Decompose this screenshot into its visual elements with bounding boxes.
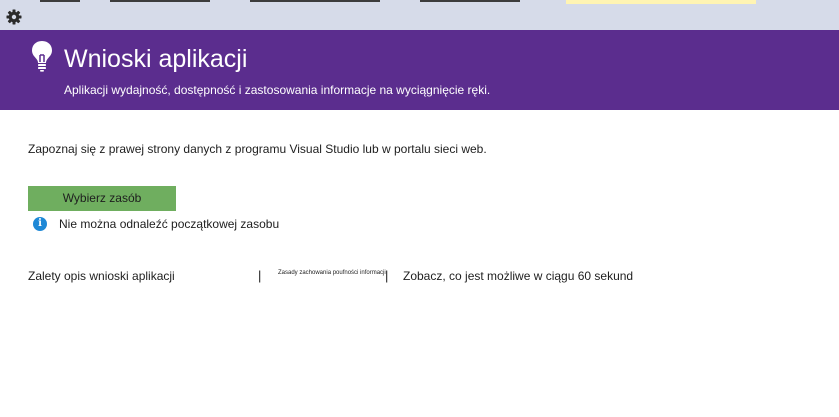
info-icon: i [33, 217, 47, 231]
top-strip-segment [40, 0, 80, 2]
sixty-seconds-link[interactable]: Zobacz, co jest możliwe w ciągu 60 sekun… [403, 269, 633, 283]
info-message-row: i Nie można odnaleźć początkowej zasobu [33, 216, 279, 232]
privacy-link[interactable]: Zasady zachowania poufności informacji [278, 270, 386, 276]
header-banner: Wnioski aplikacji Aplikacji wydajność, d… [0, 30, 839, 110]
intro-text: Zapoznaj się z prawej strony danych z pr… [28, 142, 487, 156]
select-resource-button[interactable]: Wybierz zasób [28, 186, 176, 211]
overview-link[interactable]: Zalety opis wnioski aplikacji [28, 269, 175, 283]
toolbar [0, 4, 839, 30]
info-message: Nie można odnaleźć początkowej zasobu [59, 217, 280, 231]
gear-icon[interactable] [6, 9, 22, 25]
page-subtitle: Aplikacji wydajność, dostępność i zastos… [64, 83, 491, 97]
link-separator: | [385, 268, 389, 283]
top-strip-segment [250, 0, 380, 2]
top-strip-segment [420, 0, 520, 2]
top-strip-segment [110, 0, 210, 2]
footer-links: Zalety opis wnioski aplikacji | Zasady z… [0, 266, 839, 286]
link-separator: | [258, 268, 262, 283]
page-title: Wnioski aplikacji [64, 45, 248, 73]
lightbulb-icon [32, 41, 52, 72]
